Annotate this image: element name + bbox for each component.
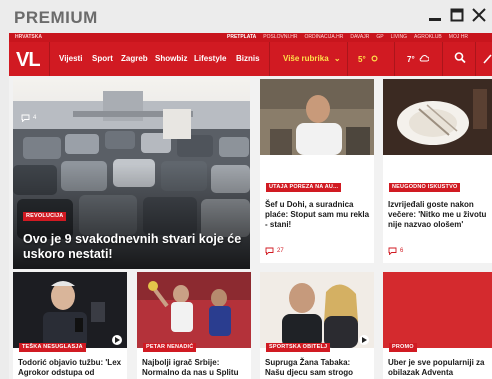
more-sections-label: Više rubrika xyxy=(283,54,329,63)
comment-icon xyxy=(265,247,274,255)
nav-item-showbiz[interactable]: Showbiz xyxy=(155,54,187,63)
article-image xyxy=(137,272,251,348)
cloud-icon xyxy=(419,55,430,62)
article-comment-value: 6 xyxy=(400,248,404,254)
hero-category-tag[interactable]: REVOLUCIJA xyxy=(23,212,67,221)
top-link-ordinacija[interactable]: ORDINACIJA.HR xyxy=(304,34,343,40)
hero-article[interactable]: 4 REVOLUCIJA Ovo je 9 svakodnevnih stvar… xyxy=(13,79,250,269)
temperature-value: 5° xyxy=(358,55,366,64)
article-category-tag[interactable]: SPORTSKA OBITELJ xyxy=(266,343,331,352)
maximize-button[interactable] xyxy=(448,6,466,24)
top-link-poslovni[interactable]: POSLOVNI.HR xyxy=(263,34,297,40)
top-links-bar: HRVATSKA PRETPLATA POSLOVNI.HR ORDINACIJ… xyxy=(9,33,492,42)
webpage-viewport: HRVATSKA PRETPLATA POSLOVNI.HR ORDINACIJ… xyxy=(9,33,492,379)
article-category-tag[interactable]: UTAJA POREZA NA AU... xyxy=(266,183,342,192)
article-card[interactable]: SPORTSKA OBITELJ Supruga Žana Tabaka: Na… xyxy=(260,272,374,379)
window-title: PREMIUM xyxy=(14,8,98,27)
article-category-tag[interactable]: NEUGODNO ISKUSTVO xyxy=(389,183,461,192)
comment-icon xyxy=(388,247,397,255)
article-card[interactable]: TEŠKA NESUGLASJA Todorić objavio tužbu: … xyxy=(13,272,127,379)
nav-item-zagreb[interactable]: Zagreb xyxy=(121,54,148,63)
article-comment-count[interactable]: 27 xyxy=(265,247,284,255)
article-image xyxy=(13,272,127,348)
nav-divider xyxy=(269,42,270,76)
comment-icon xyxy=(21,114,30,122)
top-link-gp[interactable]: GP xyxy=(376,34,383,40)
minimize-icon xyxy=(429,18,441,21)
article-headline[interactable]: Izvrijeđali goste nakon večere: 'Nitko m… xyxy=(388,200,489,231)
arrow-icon xyxy=(483,54,492,64)
nav-divider xyxy=(442,42,443,76)
chevron-down-icon: ⌄ xyxy=(333,54,341,63)
article-image xyxy=(383,79,492,155)
article-category-tag[interactable]: PETAR NENADIĆ xyxy=(143,343,197,352)
nav-item-vijesti[interactable]: Vijesti xyxy=(59,54,82,63)
article-headline[interactable]: Supruga Žana Tabaka: Našu djecu sam stro… xyxy=(265,358,371,379)
site-logo[interactable]: VL xyxy=(16,49,41,72)
top-links: PRETPLATA POSLOVNI.HR ORDINACIJA.HR DAVA… xyxy=(227,34,468,40)
top-link-pretplata[interactable]: PRETPLATA xyxy=(227,34,256,40)
article-card[interactable]: UTAJA POREZA NA AU... Šef u Dohi, a sura… xyxy=(260,79,374,263)
article-card[interactable]: PROMO Uber je sve popularniji za obilaza… xyxy=(383,272,492,379)
article-headline[interactable]: Uber je sve popularniji za obilazak Adve… xyxy=(388,358,488,378)
nav-divider xyxy=(347,42,348,76)
article-category-tag[interactable]: TEŠKA NESUGLASJA xyxy=(19,343,86,352)
weather-widget-1[interactable]: 5° xyxy=(358,54,379,64)
hero-comment-value: 4 xyxy=(33,115,37,121)
app-window: PREMIUM HRVATSKA PRETPLATA POSLOVNI.HR O… xyxy=(0,0,492,379)
top-link-agroklub[interactable]: AGROKLUB xyxy=(414,34,442,40)
nav-divider xyxy=(475,42,476,76)
nav-divider xyxy=(394,42,395,76)
article-card[interactable]: PETAR NENADIĆ Najbolji igrač Srbije: Nor… xyxy=(137,272,251,379)
search-icon xyxy=(454,52,466,64)
close-icon xyxy=(472,8,486,22)
search-button[interactable] xyxy=(454,51,466,70)
article-headline[interactable]: Todorić objavio tužbu: 'Lex Agrokor odst… xyxy=(18,358,124,379)
nav-item-lifestyle[interactable]: Lifestyle xyxy=(194,54,226,63)
more-sections-menu[interactable]: Više rubrika ⌄ xyxy=(283,54,341,63)
window-title-bar: PREMIUM xyxy=(0,0,492,33)
close-button[interactable] xyxy=(470,6,488,24)
nav-item-sport[interactable]: Sport xyxy=(92,54,113,63)
weather-widget-2[interactable]: 7° xyxy=(407,54,430,64)
article-headline[interactable]: Šef u Dohi, a suradnica plaće: Stoput sa… xyxy=(265,200,371,231)
article-category-tag[interactable]: PROMO xyxy=(389,343,417,352)
article-card[interactable]: NEUGODNO ISKUSTVO Izvrijeđali goste nako… xyxy=(383,79,492,263)
window-controls xyxy=(426,6,488,24)
region-label[interactable]: HRVATSKA xyxy=(15,34,42,40)
nav-divider xyxy=(49,42,50,76)
nav-item-biznis[interactable]: Biznis xyxy=(236,54,260,63)
article-image xyxy=(260,272,374,348)
menu-button[interactable] xyxy=(483,51,492,70)
top-link-davajr[interactable]: DAVAJR xyxy=(350,34,369,40)
top-link-mojhr[interactable]: MOJ HR xyxy=(449,34,468,40)
hero-comment-count[interactable]: 4 xyxy=(21,114,36,122)
article-image xyxy=(260,79,374,155)
maximize-icon xyxy=(450,8,464,22)
hero-headline[interactable]: Ovo je 9 svakodnevnih stvari koje će usk… xyxy=(23,232,243,262)
article-image xyxy=(383,272,492,348)
article-comment-value: 27 xyxy=(277,248,284,254)
article-headline[interactable]: Najbolji igrač Srbije: Normalno da nas u… xyxy=(142,358,248,379)
article-comment-count[interactable]: 6 xyxy=(388,247,403,255)
temperature-value: 7° xyxy=(407,55,415,64)
top-link-living[interactable]: LIVING xyxy=(391,34,407,40)
minimize-button[interactable] xyxy=(426,6,444,24)
sun-icon xyxy=(371,55,378,62)
main-navbar: VL Vijesti Sport Zagreb Showbiz Lifestyl… xyxy=(9,42,492,76)
